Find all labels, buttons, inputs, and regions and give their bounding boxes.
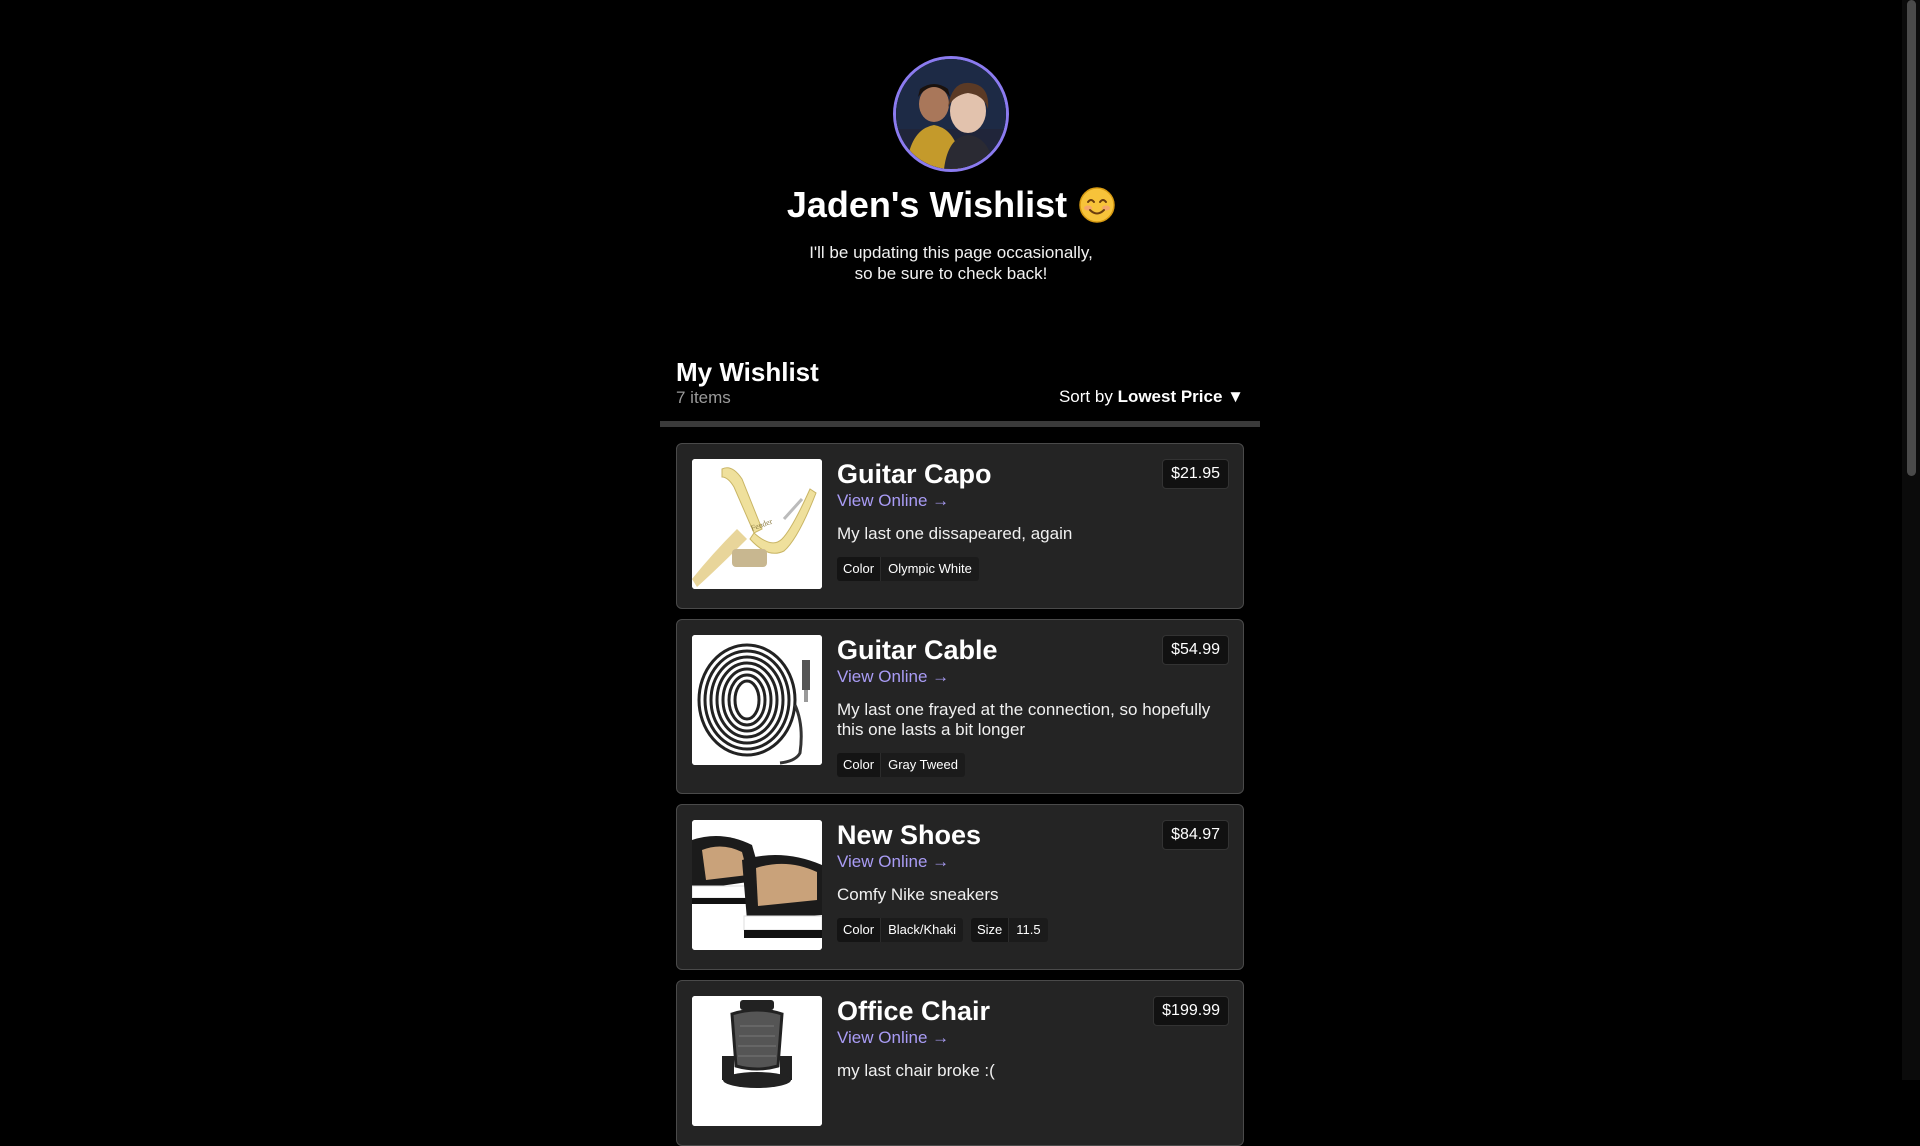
- attribute-tag: Color Gray Tweed: [837, 753, 965, 777]
- price-badge: $84.97: [1162, 820, 1229, 850]
- smiling-face-icon: [1079, 187, 1115, 223]
- attribute-tag: Size 11.5: [971, 918, 1048, 942]
- item-description: my last chair broke :(: [837, 1061, 995, 1080]
- page-title: Jaden's Wishlist: [787, 182, 1115, 228]
- divider: [660, 421, 1260, 427]
- wishlist-title: My Wishlist: [676, 357, 819, 387]
- subtitle-line: I'll be updating this page occasionally,: [809, 243, 1093, 262]
- wishlist-header: My Wishlist 7 items Sort by Lowest Price…: [676, 356, 1244, 408]
- item-attributes: Color Gray Tweed: [837, 753, 1229, 777]
- description-line: this one lasts a bit longer: [837, 720, 1026, 739]
- price-badge: $199.99: [1153, 996, 1229, 1026]
- attribute-value: Olympic White: [880, 557, 979, 581]
- avatar: [893, 56, 1009, 172]
- view-online-link[interactable]: View Online →: [837, 666, 949, 688]
- profile-photo-icon: [896, 59, 1006, 169]
- attribute-value: 11.5: [1008, 918, 1048, 942]
- attribute-value: Black/Khaki: [880, 918, 963, 942]
- view-online-link[interactable]: View Online →: [837, 1027, 949, 1049]
- attribute-key: Color: [837, 918, 881, 942]
- item-description: Comfy Nike sneakers: [837, 885, 999, 904]
- guitar-capo-image[interactable]: Fender: [692, 459, 822, 589]
- page-title-text: Jaden's Wishlist: [786, 184, 1068, 225]
- guitar-cable-image[interactable]: [692, 635, 822, 765]
- attribute-tag: Color Olympic White: [837, 557, 979, 581]
- description-line: My last one frayed at the connection, so…: [837, 700, 1211, 719]
- sort-label: Sort by: [1058, 387, 1113, 406]
- page-subtitle: I'll be updating this page occasionally,…: [0, 242, 1902, 284]
- wishlist-item-guitar-cable: Guitar Cable View Online → My last one f…: [676, 619, 1244, 794]
- chevron-down-icon: ▼: [1227, 387, 1244, 406]
- sort-dropdown[interactable]: Sort by Lowest Price ▼: [1059, 386, 1244, 408]
- price-badge: $54.99: [1162, 635, 1229, 665]
- subtitle-line: so be sure to check back!: [854, 264, 1048, 283]
- profile-header: Jaden's Wishlist I'll be updating this p…: [0, 56, 1902, 284]
- view-online-link[interactable]: View Online →: [837, 490, 949, 512]
- sort-value: Lowest Price: [1117, 387, 1223, 406]
- item-description: My last one frayed at the connection, so…: [837, 700, 1229, 740]
- attribute-tag: Color Black/Khaki: [837, 918, 963, 942]
- attribute-key: Color: [837, 753, 881, 777]
- wishlist-item-guitar-capo: Fender Guitar Capo View Online → My last…: [676, 443, 1244, 609]
- view-online-link[interactable]: View Online →: [837, 851, 949, 873]
- scrollbar-thumb[interactable]: [1907, 0, 1916, 476]
- attribute-value: Gray Tweed: [880, 753, 965, 777]
- attribute-key: Size: [971, 918, 1009, 942]
- wishlist-item-new-shoes: New Shoes View Online → Comfy Nike sneak…: [676, 804, 1244, 970]
- scrollbar[interactable]: [1902, 0, 1920, 1080]
- attribute-key: Color: [837, 557, 881, 581]
- office-chair-image[interactable]: [692, 996, 822, 1126]
- wishlist-item-office-chair: Office Chair View Online → my last chair…: [676, 980, 1244, 1146]
- item-description: My last one dissapeared, again: [837, 524, 1073, 543]
- item-attributes: Color Olympic White: [837, 557, 1229, 581]
- price-badge: $21.95: [1162, 459, 1229, 489]
- sneakers-image[interactable]: [692, 820, 822, 950]
- item-attributes: Color Black/Khaki Size 11.5: [837, 918, 1229, 942]
